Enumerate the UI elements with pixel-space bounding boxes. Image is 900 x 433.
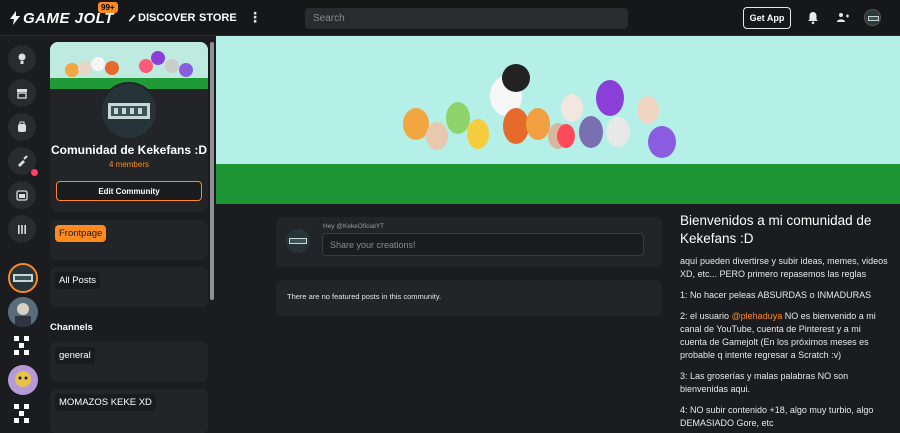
user-mention-link[interactable]: @plehaduya [732, 311, 783, 321]
channel-frontpage-label: Frontpage [55, 225, 107, 242]
bell-icon[interactable] [806, 11, 820, 25]
community-avatar[interactable] [100, 82, 158, 140]
kekefans-avatar-image [10, 265, 36, 291]
search-input[interactable] [305, 8, 628, 29]
get-app-button[interactable]: Get App [743, 7, 791, 29]
community-about: Bienvenidos a mi comunidad de Kekefans :… [680, 212, 890, 433]
sidebar-scrollbar[interactable] [210, 42, 214, 300]
bolt-icon [10, 11, 20, 25]
composer-avatar[interactable] [286, 229, 310, 253]
user-avatar[interactable] [864, 9, 881, 26]
about-title: Bienvenidos a mi comunidad de Kekefans :… [680, 213, 872, 246]
left-rail [0, 36, 44, 433]
rail-community-2[interactable] [8, 297, 38, 327]
rail-store-button[interactable] [8, 79, 36, 107]
about-rule-2: 2: el usuario @plehaduya NO es bienvenid… [680, 310, 890, 362]
post-composer: Hey @KekeOficialYT Share your creations! [276, 217, 662, 267]
nav-store[interactable]: STORE [199, 12, 237, 24]
featured-posts-card: There are no featured posts in this comm… [276, 280, 662, 316]
channel-frontpage[interactable]: Frontpage [50, 220, 208, 260]
channel-all-posts[interactable]: All Posts [50, 267, 208, 307]
top-bar: GAME JOLT 99+ DISCOVER STORE ⋮ Get App [0, 0, 900, 36]
community-title: Comunidad de Kekefans :D [50, 143, 208, 157]
more-menu-icon[interactable]: ⋮ [248, 9, 262, 26]
composer-avatar-image [286, 229, 310, 253]
rail-community-4[interactable] [8, 365, 38, 395]
lightbulb-icon [18, 53, 26, 64]
community-card: Comunidad de Kekefans :D 4 members Edit … [50, 42, 208, 212]
composer-greeting: Hey @KekeOficialYT [323, 223, 385, 230]
composer-input[interactable]: Share your creations! [322, 233, 644, 256]
channel-momazos[interactable]: MOMAZOS KEKE XD [50, 389, 208, 433]
community-members-count[interactable]: 4 members [50, 160, 208, 169]
storefront-icon [17, 89, 27, 99]
rail-chart-button[interactable] [8, 215, 36, 243]
community-sidebar: Comunidad de Kekefans :D 4 members Edit … [44, 36, 216, 433]
rail-community-kekefans[interactable] [8, 263, 38, 293]
about-rule-3: 3: Las groserías y malas palabras NO son… [680, 371, 849, 394]
about-paragraph-1: aquí pueden divertirse y subir ideas, me… [680, 256, 888, 279]
community-avatar-image [102, 84, 156, 138]
about-rule-2-text-a: 2: el usuario [680, 311, 732, 321]
channels-heading: Channels [50, 322, 93, 333]
main-content: Hey @KekeOficialYT Share your creations!… [216, 36, 900, 433]
edit-community-button[interactable]: Edit Community [56, 181, 202, 201]
header-characters-image [216, 36, 900, 204]
about-rule-1: 1: No hacer peleas ABSURDAS o INMADURAS [680, 290, 872, 300]
nav-discover[interactable]: DISCOVER [128, 12, 195, 24]
community-2-avatar-image [8, 297, 38, 327]
rail-calendar-button[interactable] [8, 181, 36, 209]
community-4-avatar-image [8, 365, 38, 395]
friends-icon[interactable] [836, 11, 850, 25]
notification-dot [31, 169, 38, 176]
about-rule-4: 4: NO subir contenido +18, algo muy turb… [680, 405, 874, 428]
rail-community-5[interactable] [8, 399, 38, 429]
avatar-image [865, 10, 880, 25]
community-header-image [216, 36, 900, 204]
notification-badge[interactable]: 99+ [98, 2, 118, 13]
bars-icon [18, 225, 26, 234]
rail-library-button[interactable] [8, 113, 36, 141]
rail-community-3[interactable] [8, 331, 38, 361]
featured-empty-text: There are no featured posts in this comm… [287, 292, 442, 301]
channel-momazos-label: MOMAZOS KEKE XD [55, 394, 156, 411]
channel-all-posts-label: All Posts [55, 272, 100, 289]
channel-general-label: general [55, 347, 95, 364]
rocket-icon [128, 14, 136, 22]
community-3-avatar-image [8, 331, 38, 361]
backpack-icon [18, 121, 26, 132]
calendar-icon [16, 190, 28, 201]
rail-home-button[interactable] [8, 45, 36, 73]
channel-general[interactable]: general [50, 342, 208, 382]
paint-brush-icon [18, 155, 28, 167]
nav-discover-label: DISCOVER [138, 12, 196, 24]
community-5-avatar-image [8, 399, 38, 429]
